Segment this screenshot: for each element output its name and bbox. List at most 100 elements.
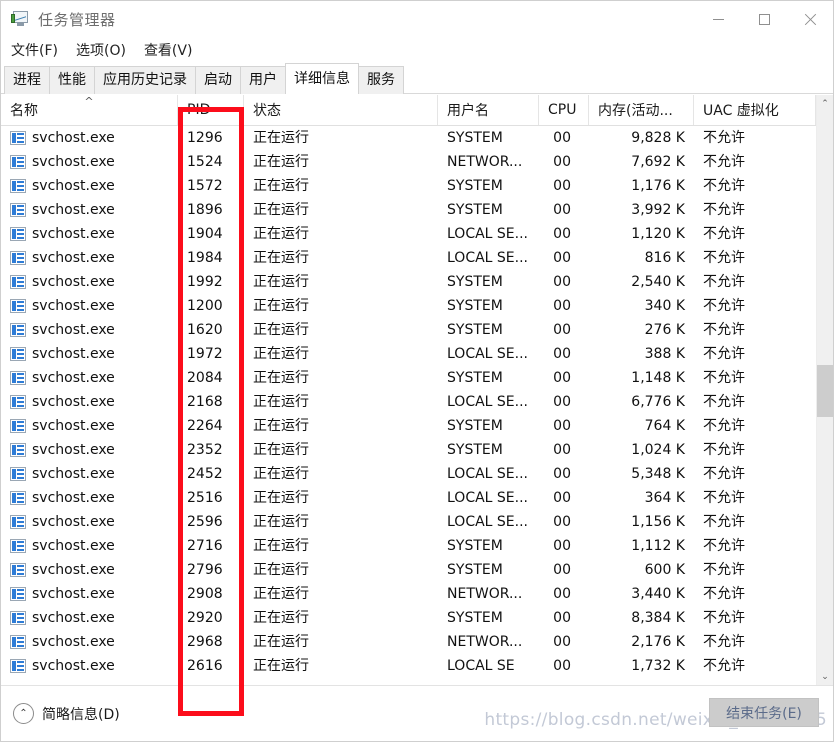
process-icon: [10, 539, 26, 553]
process-name-label: svchost.exe: [32, 418, 115, 434]
cell-cpu: 00: [553, 370, 571, 386]
tab-details[interactable]: 详细信息: [285, 63, 359, 94]
cell-cpu: 00: [553, 298, 571, 314]
column-header-cpu[interactable]: CPU: [539, 95, 589, 125]
cell-status: 正在运行: [253, 610, 309, 626]
fewer-details-button[interactable]: ⌃ 简略信息(D): [13, 703, 120, 724]
end-task-button[interactable]: 结束任务(E): [709, 698, 819, 727]
maximize-button[interactable]: [741, 1, 787, 37]
table-row[interactable]: svchost.exe 2908 正在运行 NETWOR... 00 3,440 K 不允许: [1, 582, 833, 606]
cell-uac: 不允许: [703, 586, 745, 602]
table-row[interactable]: svchost.exe 2968 正在运行 NETWOR... 00 2,176 K 不允许: [1, 630, 833, 654]
cell-process-name: svchost.exe: [1, 342, 178, 366]
process-name-label: svchost.exe: [32, 490, 115, 506]
cell-cpu: 00: [553, 202, 571, 218]
table-row[interactable]: svchost.exe 1992 正在运行 SYSTEM 00 2,540 K 不允许: [1, 270, 833, 294]
table-row[interactable]: svchost.exe 1904 正在运行 LOCAL SE... 00 1,120 K 不…: [1, 222, 833, 246]
cell-username: SYSTEM: [447, 442, 503, 458]
process-name-label: svchost.exe: [32, 658, 115, 674]
vertical-scrollbar[interactable]: ⌃ ⌄: [816, 95, 833, 685]
column-header-uac[interactable]: UAC 虚拟化: [694, 95, 816, 125]
scroll-down-button[interactable]: ⌄: [817, 668, 833, 685]
table-row[interactable]: svchost.exe 1572 正在运行 SYSTEM 00 1,176 K 不允许: [1, 174, 833, 198]
title-bar: 任务管理器: [1, 1, 833, 37]
tab-users[interactable]: 用户: [240, 66, 286, 94]
cell-memory: 1,112 K: [631, 538, 685, 554]
cell-cpu: 00: [553, 178, 571, 194]
menu-item-file[interactable]: 文件(F): [11, 38, 67, 62]
cell-uac: 不允许: [703, 130, 745, 146]
minimize-button[interactable]: [695, 1, 741, 37]
process-name-label: svchost.exe: [32, 298, 115, 314]
cell-uac: 不允许: [703, 610, 745, 626]
task-manager-icon: [11, 11, 29, 27]
cell-memory: 9,828 K: [631, 130, 685, 146]
cell-cpu: 00: [553, 442, 571, 458]
cell-status: 正在运行: [253, 274, 309, 290]
scrollbar-thumb[interactable]: [817, 365, 833, 417]
tab-app-history[interactable]: 应用历史记录: [94, 66, 196, 94]
cell-uac: 不允许: [703, 418, 745, 434]
table-row[interactable]: svchost.exe 2084 正在运行 SYSTEM 00 1,148 K 不允许: [1, 366, 833, 390]
process-icon: [10, 659, 26, 673]
table-row[interactable]: svchost.exe 1972 正在运行 LOCAL SE... 00 388 K 不允许: [1, 342, 833, 366]
cell-status: 正在运行: [253, 130, 309, 146]
column-header-pid[interactable]: PID: [178, 95, 244, 125]
cell-username: LOCAL SE...: [447, 346, 529, 362]
table-row[interactable]: svchost.exe 1200 正在运行 SYSTEM 00 340 K 不允许: [1, 294, 833, 318]
window-controls: [695, 1, 833, 37]
table-body: svchost.exe 1296 正在运行 SYSTEM 00 9,828 K 不允许 svc…: [1, 126, 833, 685]
column-header-name[interactable]: 名称 ^: [1, 95, 178, 125]
table-row[interactable]: svchost.exe 2920 正在运行 SYSTEM 00 8,384 K 不允许: [1, 606, 833, 630]
table-row[interactable]: svchost.exe 2352 正在运行 SYSTEM 00 1,024 K 不允许: [1, 438, 833, 462]
process-name-label: svchost.exe: [32, 274, 115, 290]
cell-uac: 不允许: [703, 274, 745, 290]
table-row[interactable]: svchost.exe 2168 正在运行 LOCAL SE... 00 6,776 K 不…: [1, 390, 833, 414]
column-header-username[interactable]: 用户名: [438, 95, 539, 125]
tab-startup[interactable]: 启动: [195, 66, 241, 94]
table-row[interactable]: svchost.exe 2596 正在运行 LOCAL SE... 00 1,156 K 不…: [1, 510, 833, 534]
table-row[interactable]: svchost.exe 2616 正在运行 LOCAL SE 00 1,732 K 不允许: [1, 654, 833, 678]
table-row[interactable]: svchost.exe 1896 正在运行 SYSTEM 00 3,992 K 不允许: [1, 198, 833, 222]
tab-services[interactable]: 服务: [358, 66, 404, 94]
menu-bar: 文件(F) 选项(O) 查看(V): [1, 37, 833, 63]
cell-username: LOCAL SE...: [447, 250, 529, 266]
cell-process-name: svchost.exe: [1, 270, 178, 294]
cell-cpu: 00: [553, 226, 571, 242]
close-button[interactable]: [787, 1, 833, 37]
process-icon: [10, 395, 26, 409]
cell-pid: 2168: [187, 394, 223, 410]
cell-username: SYSTEM: [447, 418, 503, 434]
chevron-up-icon: ⌃: [13, 703, 34, 724]
cell-process-name: svchost.exe: [1, 486, 178, 510]
table-row[interactable]: svchost.exe 2516 正在运行 LOCAL SE... 00 364 K 不允许: [1, 486, 833, 510]
column-header-memory[interactable]: 内存(活动...: [589, 95, 694, 125]
process-name-label: svchost.exe: [32, 346, 115, 362]
scroll-up-button[interactable]: ⌃: [817, 95, 833, 112]
cell-process-name: svchost.exe: [1, 654, 178, 678]
column-header-status[interactable]: 状态: [244, 95, 438, 125]
menu-item-options[interactable]: 选项(O): [76, 38, 135, 62]
cell-status: 正在运行: [253, 322, 309, 338]
menu-item-view[interactable]: 查看(V): [144, 38, 202, 62]
tab-performance[interactable]: 性能: [49, 66, 95, 94]
cell-uac: 不允许: [703, 394, 745, 410]
process-name-label: svchost.exe: [32, 394, 115, 410]
cell-status: 正在运行: [253, 346, 309, 362]
table-row[interactable]: svchost.exe 1524 正在运行 NETWOR... 00 7,692 K 不允许: [1, 150, 833, 174]
tab-processes[interactable]: 进程: [4, 66, 50, 94]
table-row[interactable]: svchost.exe 1620 正在运行 SYSTEM 00 276 K 不允许: [1, 318, 833, 342]
table-row[interactable]: svchost.exe 1984 正在运行 LOCAL SE... 00 816 K 不允许: [1, 246, 833, 270]
cell-process-name: svchost.exe: [1, 414, 178, 438]
process-icon: [10, 131, 26, 145]
table-row[interactable]: svchost.exe 1296 正在运行 SYSTEM 00 9,828 K 不允许: [1, 126, 833, 150]
table-row[interactable]: svchost.exe 2796 正在运行 SYSTEM 00 600 K 不允许: [1, 558, 833, 582]
cell-process-name: svchost.exe: [1, 534, 178, 558]
cell-memory: 1,120 K: [631, 226, 685, 242]
table-row[interactable]: svchost.exe 2716 正在运行 SYSTEM 00 1,112 K 不允许: [1, 534, 833, 558]
table-row[interactable]: svchost.exe 2264 正在运行 SYSTEM 00 764 K 不允许: [1, 414, 833, 438]
table-row[interactable]: svchost.exe 2452 正在运行 LOCAL SE... 00 5,348 K 不…: [1, 462, 833, 486]
task-manager-window: 任务管理器 文件(F) 选项(O) 查看(V) 进程 性能 应用历史记录 启动 …: [0, 0, 834, 742]
cell-username: SYSTEM: [447, 274, 503, 290]
process-name-label: svchost.exe: [32, 562, 115, 578]
